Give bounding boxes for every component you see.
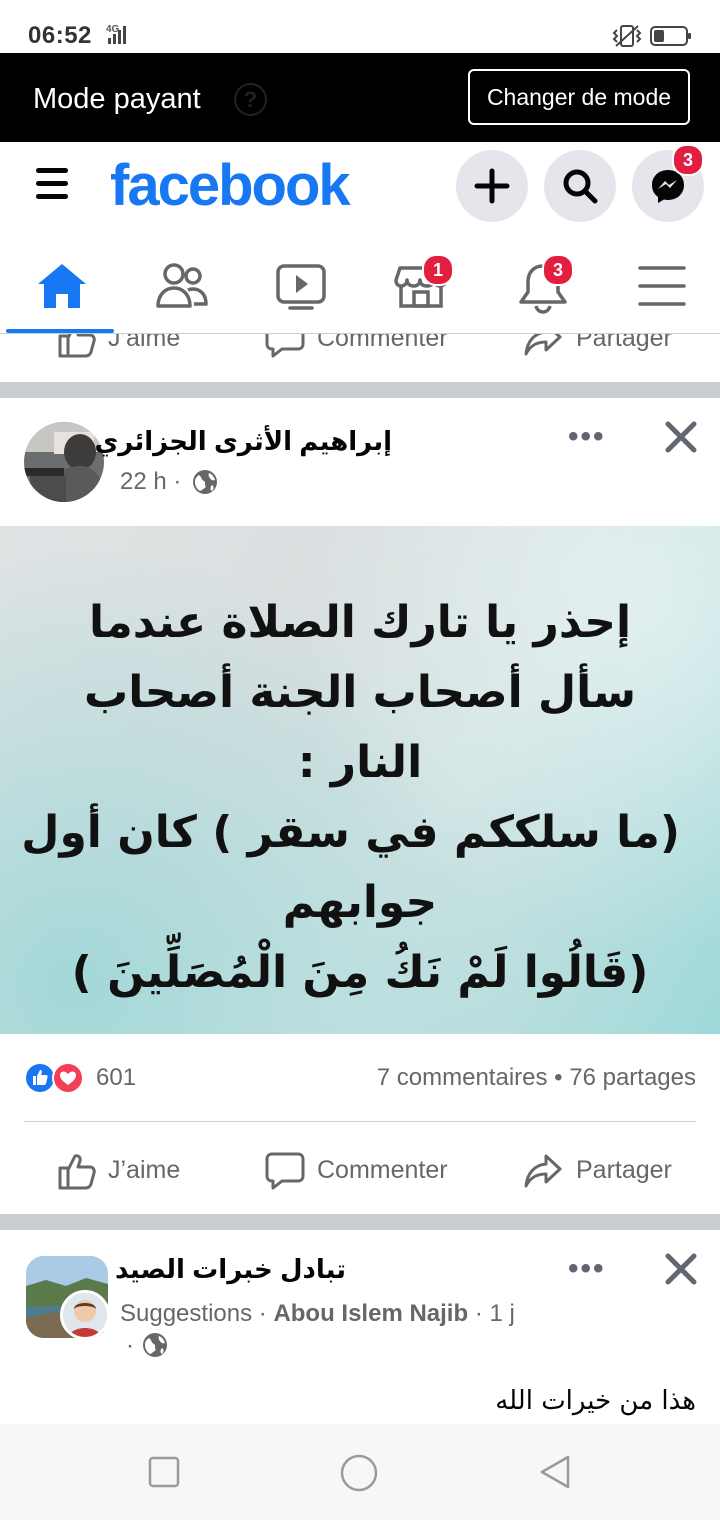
notifications-badge: 3 [542, 254, 574, 286]
divider [24, 1121, 696, 1122]
post-meta: Suggestions · Abou Islem Najib · 1 j [120, 1300, 515, 1327]
author-avatar[interactable] [60, 1290, 110, 1340]
more-options-icon[interactable]: ••• [568, 420, 606, 454]
menu-icon [638, 266, 686, 306]
signal-icon [108, 26, 126, 44]
previous-post-actions: J’aime Commenter Partager [0, 334, 720, 382]
more-options-icon[interactable]: ••• [568, 1252, 606, 1286]
post-time[interactable]: 1 j [489, 1300, 514, 1327]
love-reaction-icon [52, 1062, 84, 1094]
globe-icon [143, 1333, 167, 1357]
home-icon [38, 264, 86, 308]
tab-home[interactable] [34, 262, 90, 312]
comment-icon [265, 334, 305, 358]
post-image-text: إحذر يا تارك الصلاة عندما سأل أصحاب الجن… [21, 597, 680, 998]
tab-notifications[interactable]: 3 [514, 254, 574, 314]
mode-title: Mode payant [33, 83, 201, 115]
home-circle-icon[interactable] [340, 1454, 378, 1492]
group-name[interactable]: تبادل خبرات الصيد [115, 1254, 346, 1285]
system-navigation-bar [0, 1424, 720, 1520]
hamburger-menu-icon[interactable] [36, 168, 68, 202]
like-label: J’aime [108, 1156, 181, 1184]
feed-separator [0, 382, 720, 398]
share-icon [524, 1154, 562, 1188]
status-bar: 06:52 4G [0, 0, 720, 53]
tab-friends[interactable] [152, 262, 208, 312]
meta-dot: · [126, 1332, 134, 1359]
plus-icon [474, 168, 510, 204]
suggestions-label: Suggestions [120, 1300, 253, 1327]
messenger-button[interactable]: 3 [632, 144, 704, 222]
data-mode-bar: Mode payant ? Changer de mode [0, 53, 720, 142]
post-time[interactable]: 22 h [120, 468, 167, 495]
globe-icon [193, 470, 217, 494]
post-author[interactable]: Abou Islem Najib [273, 1300, 468, 1327]
help-icon[interactable]: ? [234, 83, 267, 116]
status-time: 06:52 [28, 22, 92, 49]
app-header: facebook 3 [0, 142, 720, 232]
share-label: Partager [576, 1156, 672, 1184]
close-icon[interactable] [664, 420, 698, 454]
post-meta: 22 h · [120, 468, 182, 495]
post-image[interactable]: إحذر يا تارك الصلاة عندما سأل أصحاب الجن… [0, 526, 720, 1034]
tab-watch[interactable] [272, 262, 328, 312]
create-button[interactable] [456, 150, 528, 222]
search-button[interactable] [544, 150, 616, 222]
marketplace-badge: 1 [422, 254, 454, 286]
like-icon [58, 1154, 96, 1190]
avatar[interactable] [24, 422, 104, 502]
post-body: هذا من خيرات الله [495, 1386, 696, 1416]
battery-icon [650, 26, 691, 46]
recent-apps-icon[interactable] [148, 1456, 180, 1488]
change-mode-button[interactable]: Changer de mode [468, 69, 690, 125]
tab-marketplace[interactable]: 1 [392, 254, 454, 312]
reaction-count: 601 [96, 1064, 137, 1091]
back-icon[interactable] [538, 1454, 572, 1490]
comments-shares-count[interactable]: 7 commentaires • 76 partages [377, 1064, 696, 1092]
author-avatar-image [63, 1293, 107, 1337]
main-tabs: 1 3 [0, 232, 720, 334]
feed-post: إبراهيم الأثرى الجزائري 22 h · ••• إحذر … [0, 398, 720, 1214]
avatar-image [24, 422, 104, 502]
friends-icon [156, 263, 208, 308]
video-icon [276, 264, 326, 310]
like-icon [58, 334, 96, 358]
share-icon [524, 334, 562, 356]
vibrate-icon [612, 25, 642, 47]
reactions-summary[interactable]: 601 7 commentaires • 76 partages [24, 1058, 696, 1098]
tab-menu[interactable] [634, 262, 690, 312]
close-icon[interactable] [664, 1252, 698, 1286]
search-icon [563, 169, 598, 204]
comment-icon [265, 1152, 305, 1190]
feed-post: تبادل خبرات الصيد Suggestions · Abou Isl… [0, 1230, 720, 1424]
comment-label: Commenter [317, 1156, 448, 1184]
messenger-badge: 3 [672, 144, 704, 176]
active-tab-indicator [6, 329, 114, 333]
post-author[interactable]: إبراهيم الأثرى الجزائري [94, 426, 392, 457]
feed-separator [0, 1214, 720, 1230]
facebook-logo[interactable]: facebook [110, 152, 351, 219]
